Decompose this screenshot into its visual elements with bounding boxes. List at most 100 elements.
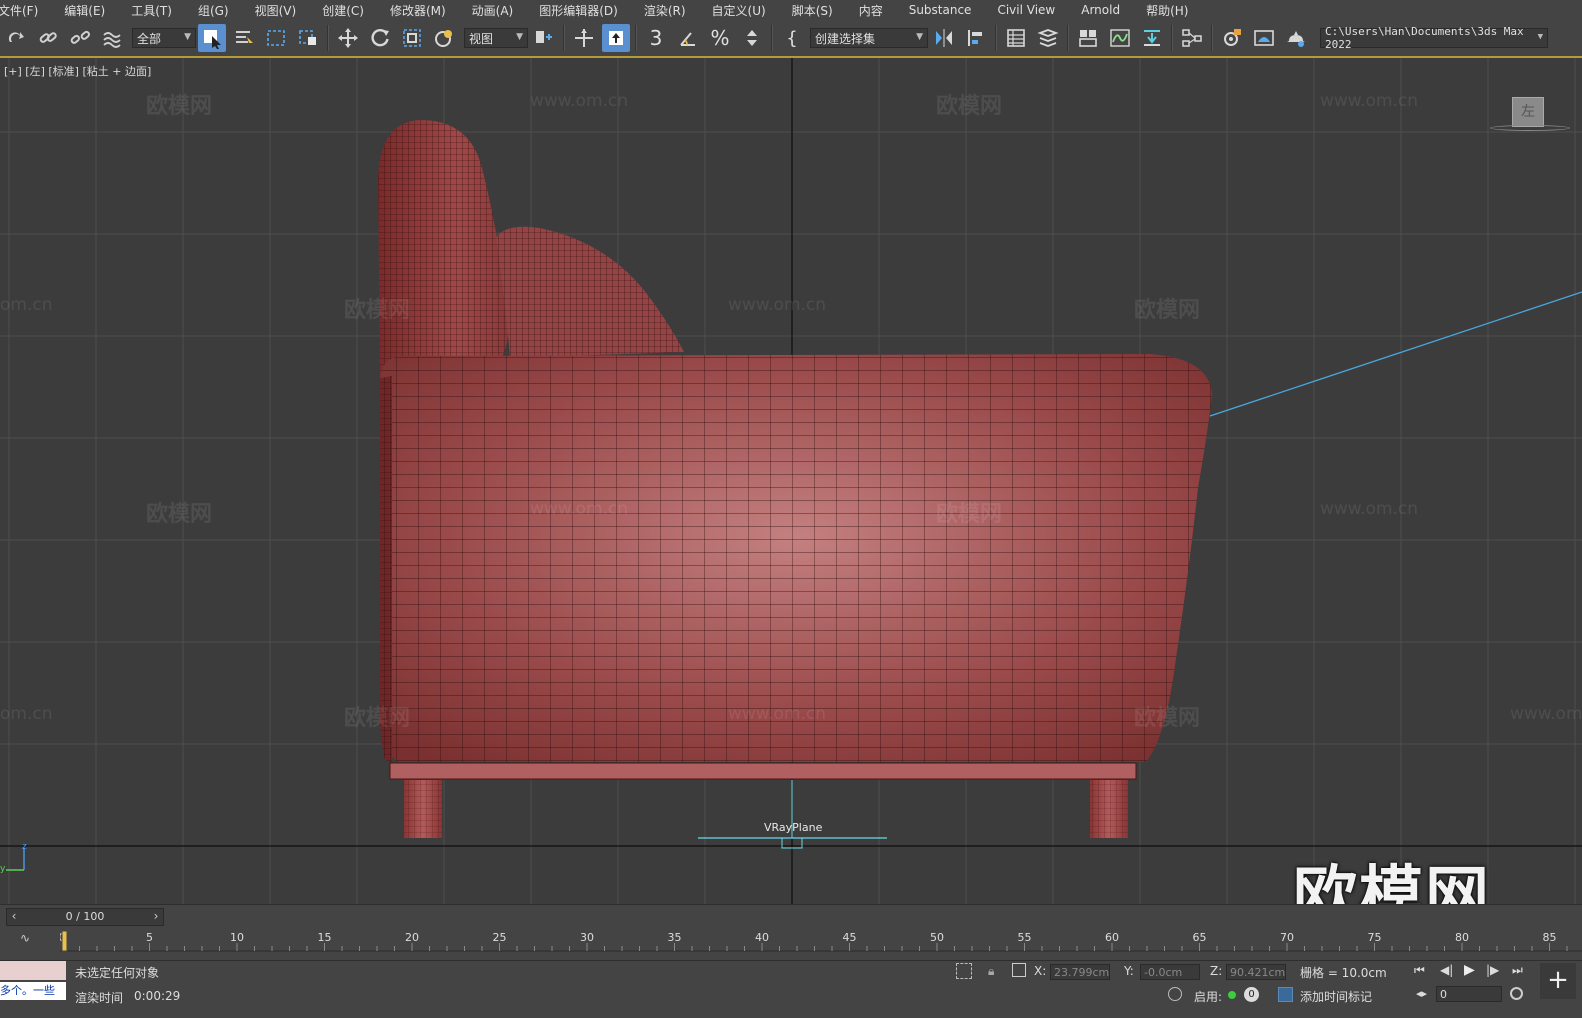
ruler-label: 70 [1280, 931, 1294, 944]
placement-icon[interactable] [430, 24, 458, 52]
align-icon[interactable] [962, 24, 990, 52]
chevron-right-icon[interactable]: › [149, 909, 163, 925]
time-configuration-icon[interactable] [1510, 987, 1523, 1000]
menu-item[interactable]: Civil View [984, 3, 1068, 17]
curve-editor-icon[interactable] [1106, 24, 1134, 52]
spinner-snap-icon[interactable] [738, 24, 766, 52]
select-object-icon[interactable] [198, 24, 226, 52]
menu-item[interactable]: 组(G) [185, 2, 242, 19]
viewcube-ring[interactable] [1490, 125, 1570, 131]
menu-item[interactable]: 动画(A) [459, 2, 527, 19]
menu-item[interactable]: 渲染(R) [631, 2, 699, 19]
lock-icon[interactable]: 🔒︎ [988, 964, 994, 979]
keyboard-shortcut-override-icon[interactable] [602, 24, 630, 52]
menu-item[interactable]: 编辑(E) [51, 2, 118, 19]
time-slider[interactable]: ‹ 0 / 100 › [6, 908, 164, 926]
ruler-label: 60 [1105, 931, 1119, 944]
maxscript-macro-recorder[interactable] [0, 961, 66, 980]
time-ruler[interactable]: 0510152025303540455055606570758085 [60, 927, 1582, 961]
toolbar-separator [1211, 25, 1213, 51]
select-by-name-icon[interactable] [230, 24, 258, 52]
time-tag-icon[interactable] [1278, 987, 1293, 1002]
viewport-label[interactable]: [+] [左] [标准] [粘土 + 边面] [4, 63, 151, 79]
selection-filter-value: 全部 [137, 31, 162, 46]
mirror-icon[interactable] [930, 24, 958, 52]
schematic-view-icon[interactable] [1178, 24, 1206, 52]
adaptive-degradation-icon[interactable] [1168, 987, 1182, 1001]
enable-label: 启用: [1194, 990, 1223, 1004]
menu-item[interactable]: 文件(F) [0, 2, 51, 19]
menu-item[interactable]: 内容 [846, 2, 896, 19]
menu-item[interactable]: 创建(C) [309, 2, 377, 19]
menu-item[interactable]: 图形编辑器(D) [526, 2, 631, 19]
rendered-frame-window-icon[interactable] [1250, 24, 1278, 52]
unlink-icon[interactable] [66, 24, 94, 52]
timeline: ‹ 0 / 100 › ∿ 05101520253035404550556065… [0, 904, 1582, 961]
menu-item[interactable]: Arnold [1068, 3, 1133, 17]
previous-frame-icon[interactable]: ◀︎| [1440, 963, 1453, 977]
isolate-selection-icon[interactable] [956, 963, 972, 979]
curve-editor-toggle-icon[interactable]: ∿ [20, 931, 30, 945]
scene-explorer-icon[interactable] [1002, 24, 1030, 52]
next-frame-icon[interactable]: |▶︎ [1486, 963, 1499, 977]
play-icon[interactable]: ▶︎ [1464, 962, 1475, 978]
scale-icon[interactable] [398, 24, 426, 52]
layer-explorer-icon[interactable] [1034, 24, 1062, 52]
toolbar-separator [995, 25, 997, 51]
render-production-icon[interactable] [1282, 24, 1310, 52]
menu-item[interactable]: Substance [896, 3, 985, 17]
sofa-base-rail [389, 762, 1137, 780]
key-mode-icon[interactable]: ◂▸ [1416, 987, 1427, 1000]
redo-icon[interactable] [2, 24, 30, 52]
viewcube[interactable]: 左 [1490, 94, 1570, 134]
move-icon[interactable] [334, 24, 362, 52]
angle-snap-icon[interactable] [674, 24, 702, 52]
menu-item[interactable]: 自定义(U) [699, 2, 779, 19]
render-time-label: 渲染时间 [75, 991, 124, 1005]
select-manipulate-icon[interactable] [570, 24, 598, 52]
pivot-point-icon[interactable] [530, 24, 558, 52]
reference-coordinate-dropdown[interactable]: 视图 ▼ [464, 28, 528, 48]
menu-item[interactable]: 帮助(H) [1133, 2, 1201, 19]
chevron-down-icon: ▼ [184, 32, 191, 42]
current-frame-field[interactable]: 0 [1436, 986, 1502, 1002]
z-coordinate-field[interactable]: 90.421cm [1226, 964, 1286, 980]
bind-space-warp-icon[interactable] [98, 24, 126, 52]
go-to-start-icon[interactable]: ⏮ [1414, 963, 1425, 978]
current-frame-marker [61, 930, 68, 952]
percent-snap-icon[interactable]: % [706, 24, 734, 52]
ruler-label: 65 [1193, 931, 1207, 944]
watermark: www.om.cn [1510, 704, 1582, 724]
viewport-left[interactable]: [+] [左] [标准] [粘土 + 边面] 欧模网 www.om.cn 欧模网… [0, 58, 1582, 904]
maxscript-listener[interactable]: 多个。一些 [0, 961, 66, 1001]
link-icon[interactable] [34, 24, 62, 52]
add-viewport-button[interactable]: + [1540, 963, 1576, 999]
menu-item[interactable]: 修改器(M) [377, 2, 459, 19]
maxscript-output[interactable]: 多个。一些 [0, 982, 66, 1000]
viewcube-face[interactable]: 左 [1512, 97, 1544, 127]
enable-count-badge[interactable]: 0 [1244, 987, 1259, 1002]
selection-filter-dropdown[interactable]: 全部 ▼ [132, 28, 196, 48]
menu-item[interactable]: 工具(T) [118, 2, 185, 19]
y-coordinate-field[interactable]: -0.0cm [1140, 964, 1200, 980]
project-path-dropdown[interactable]: C:\Users\Han\Documents\3ds Max 2022 ▼ [1320, 25, 1548, 51]
rectangular-selection-icon[interactable] [262, 24, 290, 52]
window-crossing-icon[interactable] [294, 24, 322, 52]
named-selection-set-dropdown[interactable]: 创建选择集 ▼ [810, 28, 928, 48]
menu-item[interactable]: 脚本(S) [779, 2, 846, 19]
snaps-toggle-icon[interactable]: 3 [642, 24, 670, 52]
frame-display: 0 / 100 [65, 910, 105, 923]
menu-item[interactable]: 视图(V) [242, 2, 310, 19]
go-to-end-icon[interactable]: ⏭ [1512, 963, 1523, 978]
ribbon-toggle-icon[interactable] [1074, 24, 1102, 52]
ruler-label: 75 [1368, 931, 1382, 944]
dope-sheet-icon[interactable] [1138, 24, 1166, 52]
add-time-tag[interactable]: 添加时间标记 [1300, 988, 1372, 1005]
named-selection-set-value: 创建选择集 [815, 31, 876, 46]
render-setup-icon[interactable] [1218, 24, 1246, 52]
edit-named-selection-icon[interactable]: { [778, 24, 806, 52]
x-coordinate-field[interactable]: 23.799cm [1050, 964, 1110, 980]
absolute-mode-icon[interactable] [1012, 963, 1026, 977]
rotate-icon[interactable] [366, 24, 394, 52]
toolbar-separator [327, 25, 329, 51]
